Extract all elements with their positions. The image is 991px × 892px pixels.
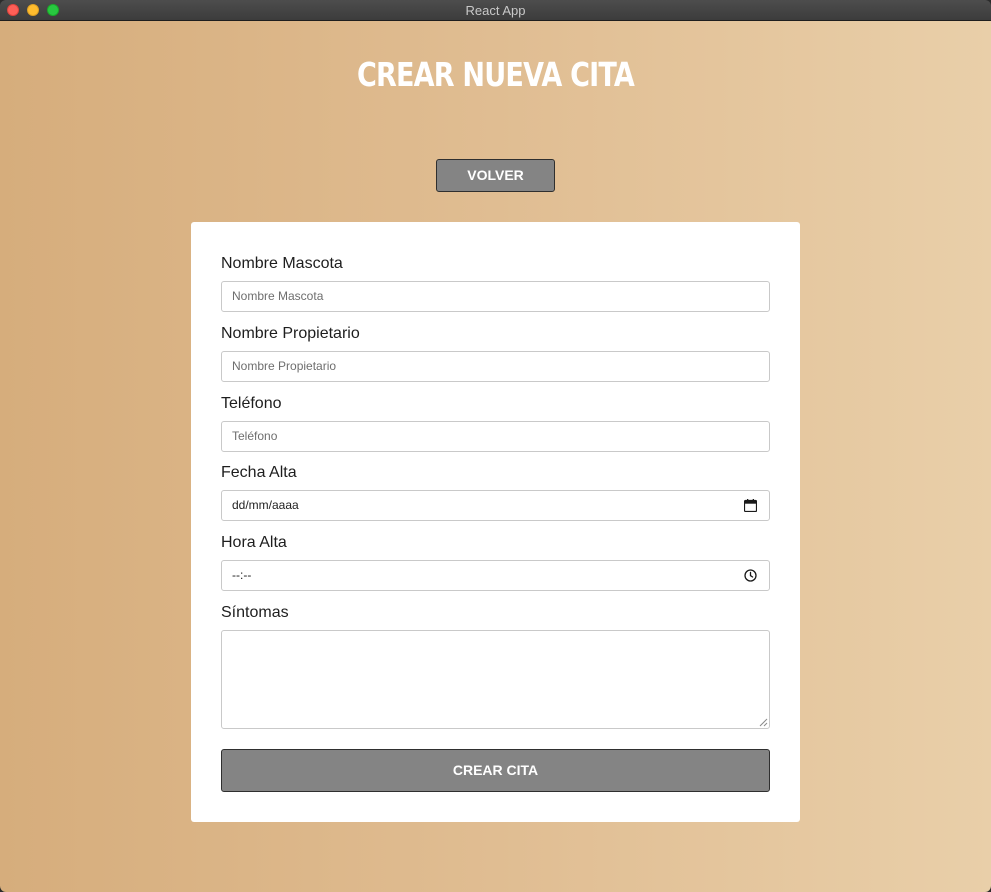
clock-icon[interactable]: [744, 569, 757, 582]
date-input[interactable]: dd/mm/aaaa: [221, 490, 770, 521]
app-window: React App CREAR NUEVA CITA VOLVER Nombre…: [0, 0, 991, 892]
create-appointment-button[interactable]: CREAR CITA: [221, 749, 770, 792]
window-title: React App: [465, 3, 526, 18]
pet-name-input[interactable]: Nombre Mascota: [221, 281, 770, 312]
resize-handle-icon[interactable]: [759, 718, 768, 727]
title-bar: React App: [0, 0, 991, 21]
page-content: CREAR NUEVA CITA VOLVER Nombre Mascota N…: [0, 21, 991, 892]
symptoms-label: Síntomas: [221, 604, 289, 621]
symptoms-textarea[interactable]: [221, 630, 770, 729]
calendar-icon[interactable]: [744, 499, 757, 512]
phone-input[interactable]: Teléfono: [221, 421, 770, 452]
time-input[interactable]: --:--: [221, 560, 770, 591]
date-input-value: dd/mm/aaaa: [232, 498, 299, 512]
phone-label: Teléfono: [221, 395, 282, 412]
time-label: Hora Alta: [221, 534, 287, 551]
date-label: Fecha Alta: [221, 464, 297, 481]
appointment-form: Nombre Mascota Nombre Mascota Nombre Pro…: [191, 222, 800, 822]
time-input-value: --:--: [232, 568, 252, 582]
owner-name-label: Nombre Propietario: [221, 325, 360, 342]
back-button[interactable]: VOLVER: [436, 159, 555, 192]
page-title: CREAR NUEVA CITA: [356, 55, 635, 94]
pet-name-label: Nombre Mascota: [221, 255, 343, 272]
owner-name-input[interactable]: Nombre Propietario: [221, 351, 770, 382]
